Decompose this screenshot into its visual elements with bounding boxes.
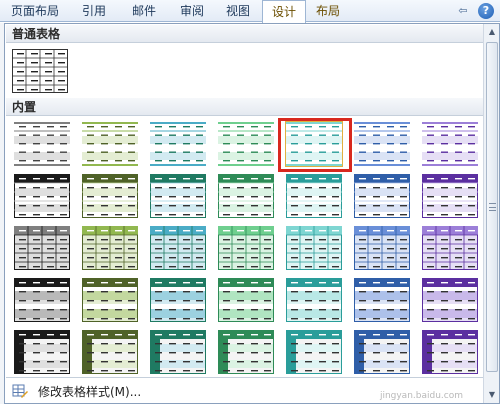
word-window: 页面布局 引用 邮件 审阅 视图 设计 布局 ⇦ ? 普通表格 内置 ▲ ▼ 修… bbox=[0, 0, 500, 404]
table-style-option[interactable] bbox=[354, 330, 410, 374]
tab-design[interactable]: 设计 bbox=[262, 0, 306, 23]
table-style-option[interactable] bbox=[218, 278, 274, 322]
table-style-option[interactable] bbox=[14, 278, 70, 322]
table-style-option[interactable] bbox=[354, 226, 410, 270]
tab-review[interactable]: 审阅 bbox=[172, 0, 212, 22]
table-style-option[interactable] bbox=[14, 122, 70, 166]
table-style-option[interactable] bbox=[82, 174, 138, 218]
plain-tables-area bbox=[6, 43, 483, 98]
table-styles-gallery: 普通表格 内置 ▲ ▼ 修改表格样式(M)... jingyan.baidu.c… bbox=[4, 23, 500, 404]
selected-style-highlight bbox=[278, 118, 352, 172]
table-style-option[interactable] bbox=[422, 278, 478, 322]
table-style-option[interactable] bbox=[354, 278, 410, 322]
table-style-option[interactable] bbox=[218, 174, 274, 218]
table-edit-icon bbox=[12, 384, 28, 398]
table-style-option[interactable] bbox=[286, 174, 342, 218]
tab-references[interactable]: 引用 bbox=[74, 0, 114, 22]
table-style-option[interactable] bbox=[82, 330, 138, 374]
minimize-ribbon-icon[interactable]: ⇦ bbox=[456, 4, 470, 18]
tab-page-layout[interactable]: 页面布局 bbox=[6, 0, 64, 22]
modify-table-style-label: 修改表格样式(M)... bbox=[38, 384, 142, 399]
table-style-option[interactable] bbox=[14, 226, 70, 270]
help-icon[interactable]: ? bbox=[478, 3, 494, 19]
watermark-text: jingyan.baidu.com bbox=[379, 391, 463, 401]
table-style-option[interactable] bbox=[422, 174, 478, 218]
gallery-footer: 修改表格样式(M)... jingyan.baidu.com bbox=[6, 377, 483, 403]
table-style-option[interactable] bbox=[354, 122, 410, 166]
builtin-tables-header: 内置 bbox=[6, 98, 483, 116]
builtin-styles-grid bbox=[6, 116, 483, 376]
table-style-option[interactable] bbox=[422, 122, 478, 166]
tab-view[interactable]: 视图 bbox=[218, 0, 258, 22]
table-style-option[interactable] bbox=[150, 278, 206, 322]
scroll-down-icon[interactable]: ▼ bbox=[485, 388, 499, 402]
table-style-option[interactable] bbox=[14, 174, 70, 218]
plain-tables-header: 普通表格 bbox=[6, 25, 483, 43]
table-style-option[interactable] bbox=[286, 278, 342, 322]
table-style-option[interactable] bbox=[218, 330, 274, 374]
table-style-option[interactable] bbox=[218, 122, 274, 166]
table-style-option[interactable] bbox=[286, 226, 342, 270]
table-style-option[interactable] bbox=[286, 330, 342, 374]
table-style-option[interactable] bbox=[218, 226, 274, 270]
table-style-option[interactable] bbox=[82, 122, 138, 166]
table-style-option[interactable] bbox=[82, 278, 138, 322]
scroll-up-icon[interactable]: ▲ bbox=[485, 25, 499, 39]
table-style-option[interactable] bbox=[354, 174, 410, 218]
table-style-option[interactable] bbox=[422, 330, 478, 374]
table-style-option[interactable] bbox=[150, 174, 206, 218]
ribbon-tab-bar: 页面布局 引用 邮件 审阅 视图 设计 布局 ⇦ ? bbox=[0, 0, 500, 23]
table-style-option[interactable] bbox=[14, 330, 70, 374]
gallery-scrollbar[interactable]: ▲ ▼ bbox=[483, 24, 499, 403]
table-style-option[interactable] bbox=[422, 226, 478, 270]
modify-table-style-button[interactable]: 修改表格样式(M)... bbox=[8, 381, 268, 401]
tab-mailings[interactable]: 邮件 bbox=[124, 0, 164, 22]
tab-layout[interactable]: 布局 bbox=[306, 0, 350, 22]
table-style-option[interactable] bbox=[150, 226, 206, 270]
plain-table-style[interactable] bbox=[12, 49, 68, 93]
scroll-thumb[interactable] bbox=[486, 42, 498, 372]
table-style-option[interactable] bbox=[150, 122, 206, 166]
table-style-option[interactable] bbox=[150, 330, 206, 374]
table-style-option[interactable] bbox=[82, 226, 138, 270]
